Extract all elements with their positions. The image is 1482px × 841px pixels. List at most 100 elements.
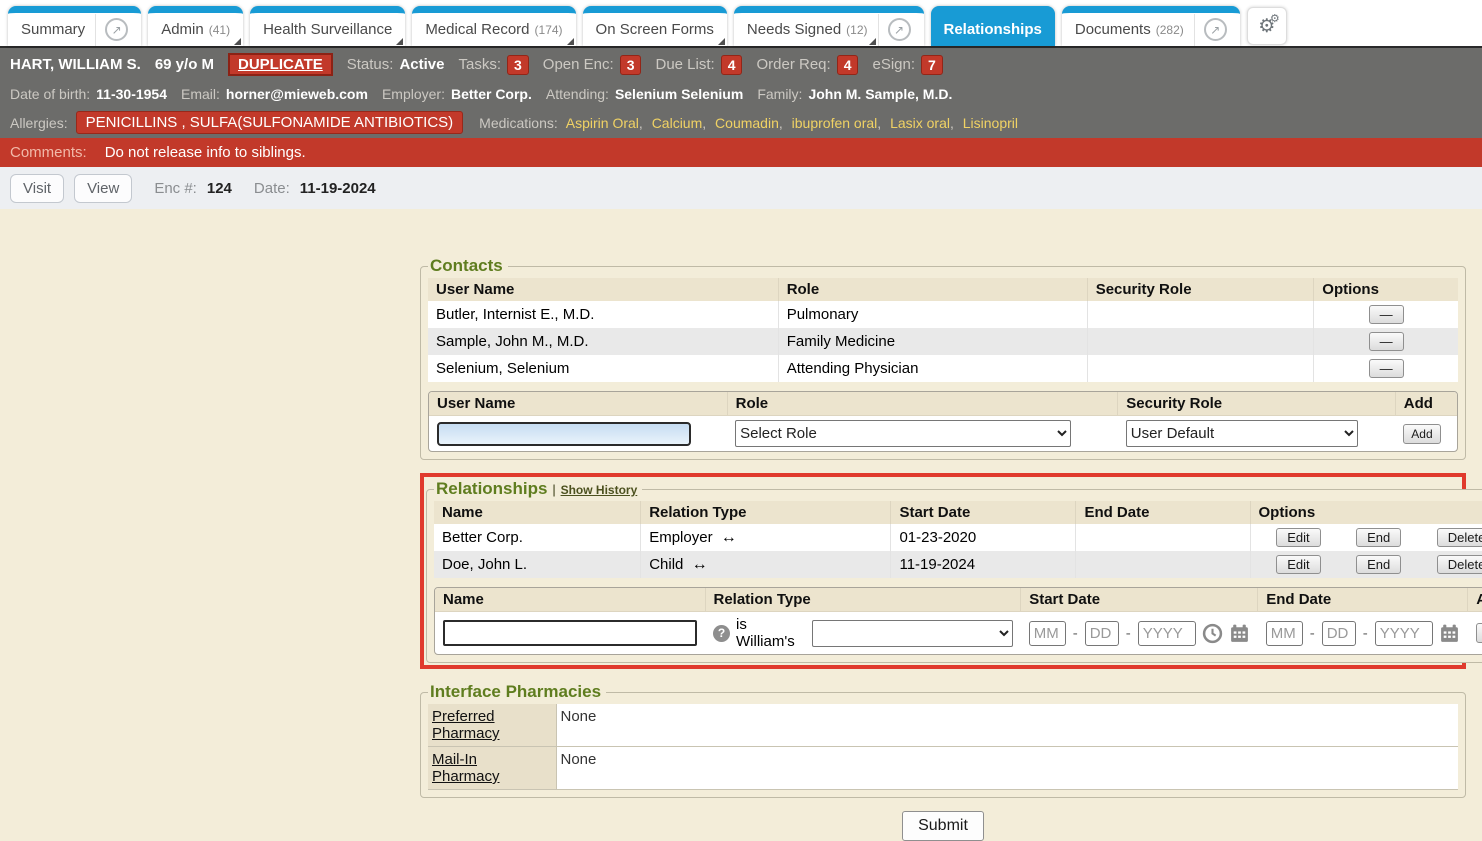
order-req-count-badge[interactable]: 4 bbox=[837, 55, 859, 75]
edit-relationship-button[interactable]: Edit bbox=[1276, 528, 1320, 547]
contact-security-role-select[interactable]: User Default bbox=[1126, 420, 1358, 447]
contact-role-select[interactable]: Select Role bbox=[735, 420, 1071, 447]
contacts-table: User Name Role Security Role Options But… bbox=[428, 278, 1458, 382]
due-list-count-badge[interactable]: 4 bbox=[721, 55, 743, 75]
duplicate-flag[interactable]: DUPLICATE bbox=[228, 53, 333, 76]
add-contact-header-user-name: User Name bbox=[429, 392, 727, 416]
calendar-icon[interactable] bbox=[1229, 623, 1250, 644]
relation-type-select[interactable] bbox=[812, 620, 1013, 647]
contacts-legend: Contacts bbox=[428, 256, 508, 276]
pharmacy-row: Preferred Pharmacy None bbox=[428, 704, 1458, 747]
relationship-end-date bbox=[1076, 524, 1250, 551]
add-relationship-button[interactable]: Add bbox=[1476, 623, 1482, 643]
col-header-security-role: Security Role bbox=[1087, 278, 1314, 301]
remove-contact-button[interactable]: — bbox=[1369, 359, 1404, 378]
tab-on-screen-forms[interactable]: On Screen Forms bbox=[583, 6, 727, 46]
tab-count: (41) bbox=[209, 23, 230, 37]
dropdown-fold-icon bbox=[234, 38, 241, 45]
esign-count-badge[interactable]: 7 bbox=[921, 55, 943, 75]
add-contact-button[interactable]: Add bbox=[1403, 424, 1440, 444]
settings-button[interactable]: ⚙ ⚙ bbox=[1247, 7, 1287, 45]
popout-arrow-icon: ↗ bbox=[1204, 18, 1227, 41]
medication-item[interactable]: Lasix oral bbox=[890, 115, 950, 131]
tasks-count-badge[interactable]: 3 bbox=[507, 55, 529, 75]
tab-bar: Summary ↗ Admin (41) Health Surveillance… bbox=[0, 0, 1482, 48]
calendar-icon[interactable] bbox=[1439, 623, 1460, 644]
tab-admin[interactable]: Admin (41) bbox=[148, 6, 243, 46]
tab-relationships[interactable]: Relationships bbox=[931, 6, 1055, 46]
end-relationship-button[interactable]: End bbox=[1356, 528, 1401, 547]
enc-number-label: Enc #: bbox=[154, 180, 197, 197]
contact-user-name-input[interactable] bbox=[437, 422, 691, 446]
col-header-relation-type: Relation Type bbox=[641, 501, 891, 524]
relationships-highlight-outline: Relationships | Show History Name Relati… bbox=[420, 473, 1466, 669]
popout-segment[interactable]: ↗ bbox=[95, 14, 128, 46]
add-rel-header-relation-type: Relation Type bbox=[705, 588, 1021, 612]
end-year-input[interactable] bbox=[1375, 621, 1433, 646]
popout-segment[interactable]: ↗ bbox=[1194, 14, 1227, 46]
contact-row: Sample, John M., M.D. Family Medicine — bbox=[428, 328, 1458, 355]
show-history-link[interactable]: Show History bbox=[561, 483, 638, 497]
dropdown-fold-icon bbox=[869, 38, 876, 45]
medication-item[interactable]: Lisinopril bbox=[963, 115, 1018, 131]
edit-relationship-button[interactable]: Edit bbox=[1276, 555, 1320, 574]
email-value: horner@mieweb.com bbox=[226, 86, 368, 102]
submit-button[interactable]: Submit bbox=[902, 811, 984, 841]
medication-item[interactable]: Coumadin bbox=[715, 115, 779, 131]
enc-date-label: Date: bbox=[254, 180, 290, 197]
medication-item[interactable]: Calcium bbox=[652, 115, 703, 131]
view-button[interactable]: View bbox=[74, 174, 132, 203]
start-year-input[interactable] bbox=[1138, 621, 1196, 646]
medication-item[interactable]: ibuprofen oral bbox=[792, 115, 878, 131]
contact-role: Family Medicine bbox=[778, 328, 1087, 355]
gear-small-icon: ⚙ bbox=[1270, 12, 1280, 25]
delete-relationship-button[interactable]: Delete bbox=[1437, 555, 1482, 574]
tab-label: Health Surveillance bbox=[263, 21, 392, 38]
legend-separator: | bbox=[552, 482, 556, 497]
end-day-input[interactable] bbox=[1322, 621, 1356, 646]
contact-security-role bbox=[1087, 355, 1314, 382]
bidirectional-arrow-icon: ↔ bbox=[692, 556, 708, 573]
patient-header-row1: HART, WILLIAM S. 69 y/o M DUPLICATE Stat… bbox=[10, 48, 1472, 81]
popout-segment[interactable]: ↗ bbox=[878, 14, 911, 46]
contacts-section: Contacts User Name Role Security Role Op… bbox=[420, 256, 1466, 460]
encounter-bar: Visit View Enc #: 124 Date: 11-19-2024 bbox=[0, 167, 1482, 209]
col-header-end-date: End Date bbox=[1076, 501, 1250, 524]
tab-medical-record[interactable]: Medical Record (174) bbox=[412, 6, 575, 46]
allergies-value[interactable]: PENICILLINS , SULFA(SULFONAMIDE ANTIBIOT… bbox=[76, 111, 464, 134]
contact-row: Butler, Internist E., M.D. Pulmonary — bbox=[428, 301, 1458, 328]
patient-age-sex: 69 y/o M bbox=[155, 56, 214, 73]
mail-in-pharmacy-value: None bbox=[556, 747, 1458, 790]
relationships-section: Relationships | Show History Name Relati… bbox=[426, 479, 1482, 663]
preferred-pharmacy-link[interactable]: Preferred Pharmacy bbox=[432, 708, 517, 742]
employer-value: Better Corp. bbox=[451, 86, 532, 102]
add-rel-header-end-date: End Date bbox=[1258, 588, 1468, 612]
delete-relationship-button[interactable]: Delete bbox=[1437, 528, 1482, 547]
comments-label: Comments: bbox=[10, 144, 87, 161]
dropdown-fold-icon bbox=[567, 38, 574, 45]
tab-label: Relationships bbox=[944, 21, 1042, 38]
visit-button[interactable]: Visit bbox=[10, 174, 64, 203]
end-relationship-button[interactable]: End bbox=[1356, 555, 1401, 574]
contact-user-name: Sample, John M., M.D. bbox=[428, 328, 778, 355]
medications-label: Medications: bbox=[479, 115, 558, 131]
start-day-input[interactable] bbox=[1085, 621, 1119, 646]
tab-count: (282) bbox=[1156, 23, 1184, 37]
remove-contact-button[interactable]: — bbox=[1369, 332, 1404, 351]
remove-contact-button[interactable]: — bbox=[1369, 305, 1404, 324]
medication-item[interactable]: Aspirin Oral bbox=[566, 115, 639, 131]
mail-in-pharmacy-link[interactable]: Mail-In Pharmacy bbox=[432, 751, 517, 785]
tab-health-surveillance[interactable]: Health Surveillance bbox=[250, 6, 405, 46]
start-month-input[interactable] bbox=[1029, 621, 1066, 646]
help-icon[interactable]: ? bbox=[713, 625, 730, 642]
tab-summary[interactable]: Summary ↗ bbox=[8, 6, 141, 46]
tab-needs-signed[interactable]: Needs Signed (12) ↗ bbox=[734, 6, 924, 46]
end-month-input[interactable] bbox=[1266, 621, 1303, 646]
relationship-row: Better Corp. Employer ↔ 01-23-2020 Edit … bbox=[434, 524, 1482, 551]
email-label: Email: bbox=[181, 86, 220, 102]
relationship-name-input[interactable] bbox=[443, 620, 697, 646]
clock-icon[interactable] bbox=[1202, 623, 1223, 644]
open-enc-count-badge[interactable]: 3 bbox=[620, 55, 642, 75]
tab-documents[interactable]: Documents (282) ↗ bbox=[1062, 6, 1240, 46]
contact-role: Pulmonary bbox=[778, 301, 1087, 328]
